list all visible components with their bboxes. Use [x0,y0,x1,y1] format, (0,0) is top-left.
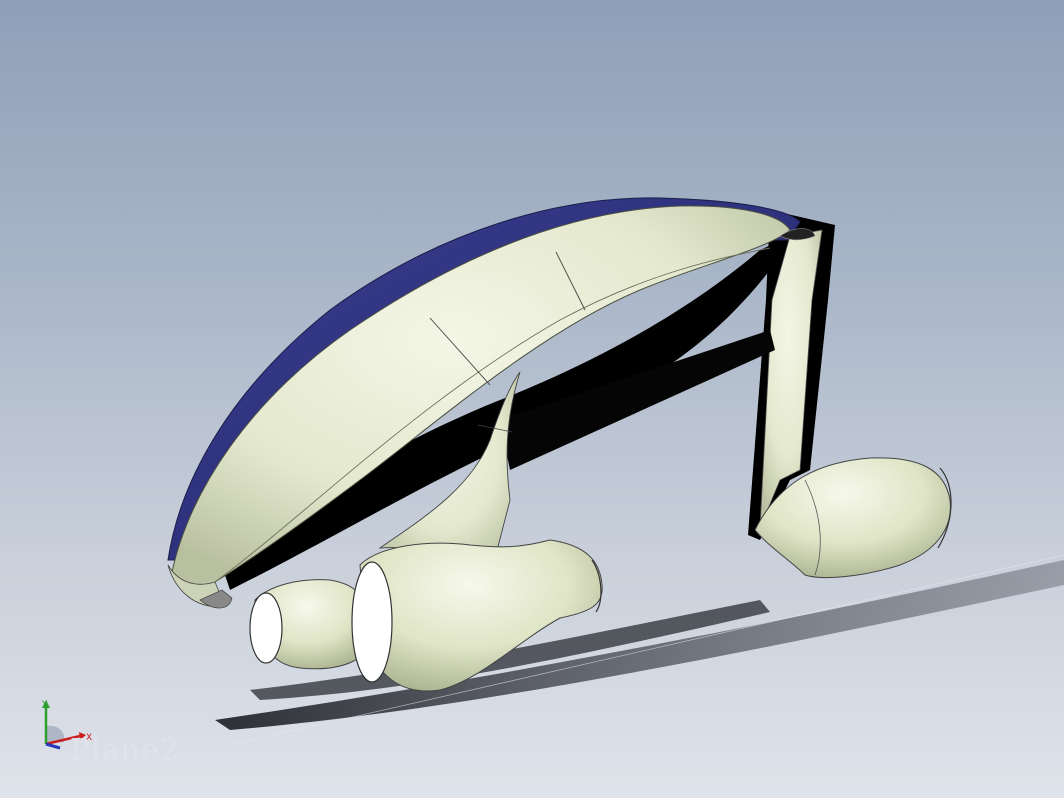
cad-graphics-viewport[interactable]: Y X Plane2 [0,0,1064,798]
3d-model-scene[interactable] [0,0,1064,798]
z-axis-arrow [45,742,61,750]
plane-label[interactable]: Plane2 [70,733,180,768]
y-axis-label: Y [41,700,48,710]
